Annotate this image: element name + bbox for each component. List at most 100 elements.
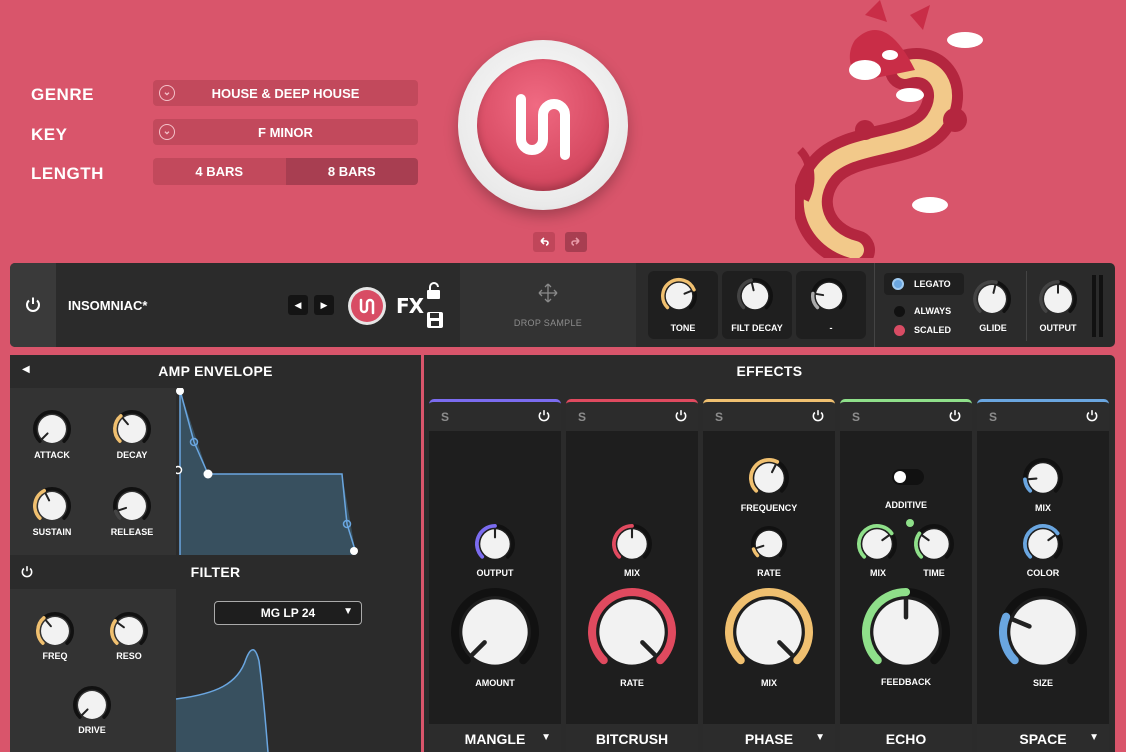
freq-knob[interactable] [35, 611, 75, 656]
unlock-icon[interactable] [424, 281, 444, 301]
power-icon[interactable] [537, 409, 551, 423]
module-footer[interactable]: MANGLE ▼ [429, 724, 561, 752]
power-button[interactable] [10, 263, 56, 347]
space-size-knob[interactable] [998, 587, 1088, 682]
space-color-label: COLOR [1026, 568, 1060, 578]
power-icon[interactable] [674, 409, 688, 423]
filter-title: FILTER [190, 564, 241, 580]
module-header: S [429, 399, 561, 431]
save-icon[interactable] [426, 311, 444, 329]
mangle-output-knob[interactable] [474, 523, 516, 570]
tone-knob[interactable] [660, 277, 698, 320]
phase-rate-knob[interactable] [750, 525, 788, 568]
drive-knob[interactable] [72, 685, 112, 730]
power-icon[interactable] [948, 409, 962, 423]
macro-knob[interactable] [810, 277, 848, 320]
triangle-down-icon: ▼ [541, 732, 551, 743]
solo-button[interactable]: S [989, 410, 997, 424]
fx-module-bitcrush: S MIX RATE BITCRUSH [566, 399, 698, 752]
fx-module-echo: S ADDITIVE MIX TIME FEEDBACK ECHO [840, 399, 972, 752]
decay-knob[interactable] [112, 409, 152, 454]
module-footer[interactable]: BITCRUSH [566, 724, 698, 752]
space-color-knob[interactable] [1022, 523, 1064, 570]
amp-envelope-title: AMP ENVELOPE [158, 363, 273, 379]
filter-type-value: MG LP 24 [260, 606, 316, 620]
module-name: ECHO [885, 730, 927, 747]
space-mix-knob[interactable] [1022, 457, 1064, 504]
module-header: S [977, 399, 1109, 431]
additive-label: ADDITIVE [884, 500, 927, 510]
decay-label: DECAY [116, 450, 148, 460]
next-preset-button[interactable]: ▶ [314, 295, 334, 315]
radio-icon [894, 306, 905, 317]
prev-preset-button[interactable]: ◀ [288, 295, 308, 315]
bitcrush-rate-label: RATE [620, 678, 644, 688]
module-name: BITCRUSH [595, 730, 669, 747]
reso-knob[interactable] [109, 611, 149, 656]
solo-button[interactable]: S [852, 410, 860, 424]
fx-button[interactable]: FX [396, 294, 424, 318]
power-icon[interactable] [20, 565, 34, 579]
genre-dropdown[interactable]: ⌄ HOUSE & DEEP HOUSE [153, 80, 418, 106]
collapse-arrow-icon[interactable]: ◀ [22, 364, 30, 375]
echo-time-knob[interactable] [913, 523, 955, 570]
solo-button[interactable]: S [578, 410, 586, 424]
triangle-left-icon: ◀ [294, 299, 302, 310]
solo-button[interactable]: S [715, 410, 723, 424]
length-option-8-bars[interactable]: 8 BARS [285, 158, 418, 185]
sustain-knob[interactable] [32, 486, 72, 531]
radio-selected-icon [892, 278, 904, 290]
radio-icon [894, 325, 905, 336]
module-footer[interactable]: SPACE ▼ [977, 724, 1109, 752]
phase-mix-knob[interactable] [724, 587, 814, 682]
undo-button[interactable] [533, 232, 555, 252]
bitcrush-rate-knob[interactable] [587, 587, 677, 682]
echo-feedback-knob[interactable] [861, 587, 951, 682]
tone-label: TONE [670, 323, 696, 333]
always-option[interactable]: ALWAYS [892, 304, 972, 320]
bitcrush-mix-knob[interactable] [611, 523, 653, 570]
redo-button[interactable] [565, 232, 587, 252]
triangle-down-icon: ▼ [815, 732, 825, 743]
reso-label: RESO [116, 651, 142, 661]
phase-mix-label: MIX [760, 678, 777, 688]
length-selector: 4 BARS 8 BARS [153, 158, 418, 185]
preset-name[interactable]: INSOMNIAC* [68, 298, 147, 313]
unison-logo-button[interactable] [348, 287, 386, 325]
attack-label: ATTACK [34, 450, 70, 460]
sustain-label: SUSTAIN [32, 527, 72, 537]
genre-label: GENRE [31, 85, 94, 104]
phase-frequency-label: FREQUENCY [740, 503, 798, 513]
length-option-4-bars[interactable]: 4 BARS [153, 158, 286, 185]
chevron-down-icon: ⌄ [159, 85, 175, 101]
mangle-output-label: OUTPUT [476, 568, 514, 578]
module-footer[interactable]: ECHO [840, 724, 972, 752]
power-icon[interactable] [1085, 409, 1099, 423]
filt-decay-knob[interactable] [736, 277, 774, 320]
drop-sample-zone[interactable]: DROP SAMPLE [460, 263, 636, 347]
echo-mix-knob[interactable] [856, 523, 898, 570]
unison-logo-icon [516, 94, 570, 160]
filter-type-dropdown[interactable]: MG LP 24 ▼ [214, 601, 362, 625]
phase-frequency-knob[interactable] [748, 457, 790, 504]
unison-logo-icon [359, 298, 375, 315]
macro-knob-cell: - [796, 271, 866, 339]
scaled-option[interactable]: SCALED [892, 323, 972, 339]
release-knob[interactable] [112, 486, 152, 531]
glide-knob[interactable] [972, 279, 1012, 324]
additive-toggle[interactable] [892, 469, 924, 485]
module-footer[interactable]: PHASE ▼ [703, 724, 835, 752]
output-knob[interactable] [1038, 279, 1078, 324]
mangle-amount-knob[interactable] [450, 587, 540, 682]
fx-module-mangle: S OUTPUT AMOUNT MANGLE ▼ [429, 399, 561, 752]
module-header: S [566, 399, 698, 431]
divider [874, 263, 875, 347]
generate-button[interactable] [458, 40, 628, 210]
solo-button[interactable]: S [441, 410, 449, 424]
legato-option[interactable]: LEGATO [884, 273, 964, 295]
amp-envelope-graph[interactable] [176, 388, 421, 555]
attack-knob[interactable] [32, 409, 72, 454]
key-dropdown[interactable]: ⌄ F MINOR [153, 119, 418, 145]
power-icon[interactable] [811, 409, 825, 423]
power-icon [26, 297, 40, 312]
